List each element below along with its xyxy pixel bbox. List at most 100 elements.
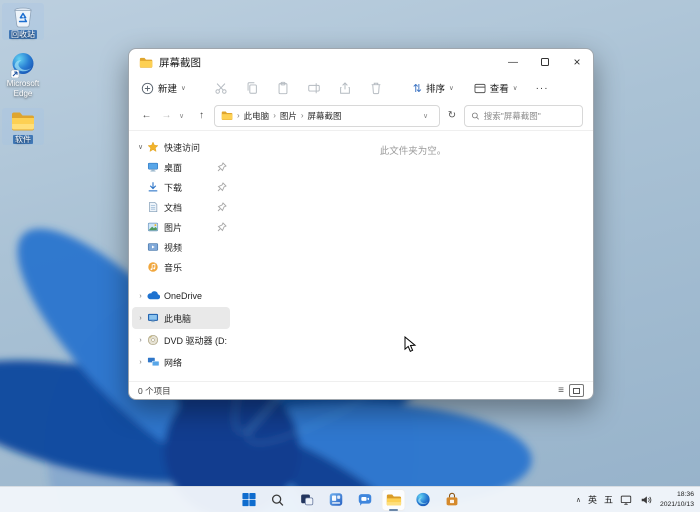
delete-button[interactable] (369, 81, 383, 95)
chevron-down-icon: ∨ (181, 84, 186, 92)
forward-button[interactable]: → (159, 110, 174, 121)
onedrive-cloud-icon (146, 290, 160, 303)
sidebar: ∨ 快速访问 桌面 下载 (129, 131, 233, 381)
maximize-icon (541, 58, 549, 66)
back-button[interactable]: ← (139, 110, 154, 121)
hidden-icons-button[interactable]: ∧ (576, 496, 581, 504)
widgets-button[interactable] (324, 489, 348, 511)
sidebar-item-music[interactable]: 音乐 (132, 257, 230, 277)
breadcrumb[interactable]: › 此电脑 › 图片 › 屏幕截图 ∨ (214, 105, 440, 127)
delete-icon (369, 81, 383, 95)
thumbnail-view-icon (573, 388, 580, 394)
network-status-icon[interactable] (620, 493, 633, 506)
sidebar-item-label: 桌面 (164, 161, 182, 174)
volume-icon[interactable] (640, 493, 653, 506)
paste-button[interactable] (276, 81, 290, 95)
edge-icon (10, 52, 36, 78)
thumbnail-view-button[interactable] (569, 384, 584, 397)
desktop-icon-label: 软件 (2, 135, 44, 145)
share-button[interactable] (338, 81, 352, 95)
desktop-icon-label: 回收站 (2, 30, 44, 40)
sidebar-item-onedrive[interactable]: › OneDrive (132, 285, 230, 307)
file-explorer-button[interactable] (382, 489, 406, 511)
refresh-button[interactable]: ↻ (445, 110, 459, 121)
pin-icon (217, 182, 227, 192)
view-button[interactable]: 查看 ∨ (474, 81, 518, 95)
address-dropdown-button[interactable]: ∨ (423, 112, 433, 120)
edge-button[interactable] (411, 489, 435, 511)
new-button[interactable]: 新建 ∨ (141, 81, 186, 95)
pin-icon (217, 202, 227, 212)
chat-button[interactable] (353, 489, 377, 511)
sort-icon: ⇅ (413, 82, 422, 95)
pin-icon (217, 222, 227, 232)
chevron-right-icon: › (135, 337, 146, 344)
task-view-icon (299, 492, 314, 507)
desktop-icon-recycle-bin[interactable]: 回收站 (2, 3, 44, 40)
sort-button[interactable]: ⇅ 排序 ∨ (413, 81, 454, 95)
file-explorer-icon (386, 492, 402, 507)
sidebar-item-label: DVD 驱动器 (D:) C (164, 334, 227, 347)
dvd-disc-icon (146, 334, 160, 347)
breadcrumb-pictures[interactable]: 图片 (280, 110, 297, 122)
sidebar-item-network[interactable]: › 网络 (132, 351, 230, 373)
sidebar-item-dvd-drive[interactable]: › DVD 驱动器 (D:) C (132, 329, 230, 351)
breadcrumb-this-pc[interactable]: 此电脑 (244, 110, 270, 122)
search-icon (471, 111, 480, 121)
widgets-icon (328, 492, 343, 507)
folder-icon (10, 108, 36, 134)
titlebar[interactable]: 屏幕截图 — × (129, 49, 593, 75)
start-button[interactable] (237, 489, 261, 511)
breadcrumb-separator: › (237, 111, 240, 120)
search-input[interactable] (484, 111, 576, 121)
chevron-right-icon: › (135, 359, 146, 366)
sidebar-item-documents[interactable]: 文档 (132, 197, 230, 217)
search-button[interactable] (266, 489, 290, 511)
mouse-cursor (404, 336, 418, 353)
desktop-icon-microsoft-edge[interactable]: Microsoft Edge (2, 52, 44, 98)
ime-language-indicator[interactable]: 英 (588, 493, 597, 506)
sidebar-item-label: OneDrive (164, 291, 202, 301)
store-button[interactable] (440, 489, 464, 511)
breadcrumb-separator: › (273, 111, 276, 120)
sidebar-item-quick-access[interactable]: ∨ 快速访问 (132, 137, 230, 157)
up-button[interactable]: ↑ (194, 110, 209, 121)
sidebar-item-pictures[interactable]: 图片 (132, 217, 230, 237)
edge-icon (415, 492, 430, 507)
chat-icon (357, 492, 372, 507)
copy-button[interactable] (245, 81, 259, 95)
close-button[interactable]: × (561, 49, 593, 75)
clock[interactable]: 18:36 2021/10/13 (660, 490, 696, 508)
maximize-button[interactable] (529, 49, 561, 75)
ime-mode-indicator[interactable]: 五 (604, 493, 613, 506)
sidebar-item-downloads[interactable]: 下载 (132, 177, 230, 197)
search-icon (271, 493, 285, 507)
details-view-button[interactable]: ≡ (558, 386, 564, 396)
window-folder-icon (139, 56, 153, 69)
breadcrumb-separator: › (301, 111, 304, 120)
desktop: 回收站 Microsoft Edge 软件 (0, 0, 700, 512)
sidebar-item-videos[interactable]: 视频 (132, 237, 230, 257)
plus-circle-icon (141, 82, 154, 95)
chevron-down-icon: ∨ (135, 143, 146, 151)
recent-locations-button[interactable]: ∨ (179, 112, 189, 120)
cut-button[interactable] (214, 81, 228, 95)
sidebar-item-this-pc[interactable]: › 此电脑 (132, 307, 230, 329)
new-button-label: 新建 (158, 81, 177, 95)
pin-icon (217, 162, 227, 172)
sidebar-item-desktop[interactable]: 桌面 (132, 157, 230, 177)
minimize-button[interactable]: — (497, 49, 529, 75)
task-view-button[interactable] (295, 489, 319, 511)
breadcrumb-screenshots[interactable]: 屏幕截图 (308, 110, 342, 122)
system-tray: ∧ 英 五 18:36 2021/10/13 (576, 487, 696, 512)
this-pc-icon (146, 312, 160, 325)
window-title: 屏幕截图 (159, 55, 201, 70)
view-button-label: 查看 (490, 81, 509, 95)
document-icon (146, 201, 160, 214)
chevron-down-icon: ∨ (513, 84, 518, 92)
rename-button[interactable] (307, 81, 321, 95)
desktop-icon-folder[interactable]: 软件 (2, 108, 44, 145)
see-more-button[interactable]: ··· (536, 83, 549, 94)
search-box[interactable] (464, 105, 583, 127)
taskbar: ∧ 英 五 18:36 2021/10/13 (0, 486, 700, 512)
